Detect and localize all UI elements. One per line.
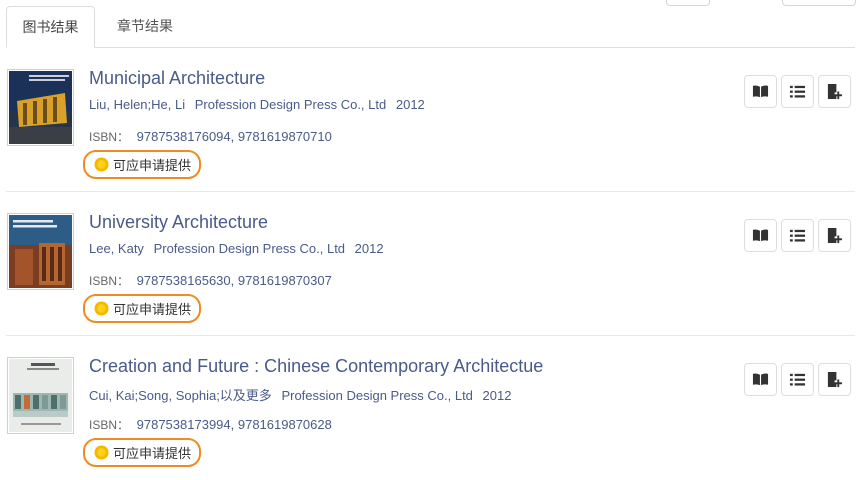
table-of-contents-button[interactable] xyxy=(781,219,814,252)
result-actions xyxy=(744,219,852,253)
book-cover-image xyxy=(9,359,72,432)
isbn-label: ISBN： xyxy=(89,418,130,432)
availability-badge[interactable]: 可应申请提供 xyxy=(83,150,201,179)
add-to-shelf-icon xyxy=(827,227,843,244)
isbn-label: ISBN： xyxy=(89,130,130,144)
book-cover[interactable] xyxy=(7,69,74,146)
book-cover-image xyxy=(9,71,72,144)
availability-badge[interactable]: 可应申请提供 xyxy=(83,294,201,323)
tab-book-results[interactable]: 图书结果 xyxy=(6,6,95,48)
availability-badge[interactable]: 可应申请提供 xyxy=(83,438,201,467)
book-authors[interactable]: Lee, Katy xyxy=(89,241,144,256)
book-cover[interactable] xyxy=(7,357,74,434)
result-item: Creation and Future : Chinese Contempora… xyxy=(6,336,855,480)
add-to-shelf-button[interactable] xyxy=(818,75,851,108)
read-button[interactable] xyxy=(744,75,777,108)
book-isbn: ISBN： 9787538165630, 9781619870307 xyxy=(89,272,332,289)
isbn-value: 9787538176094, 9781619870710 xyxy=(136,129,332,144)
result-actions xyxy=(744,75,852,109)
book-title-link[interactable]: University Architecture xyxy=(89,212,268,233)
availability-text: 可应申请提供 xyxy=(113,446,192,461)
list-icon xyxy=(789,229,806,242)
read-button[interactable] xyxy=(744,219,777,252)
book-open-icon xyxy=(752,85,769,98)
book-meta: Lee, Katy Profession Design Press Co., L… xyxy=(89,241,390,256)
book-authors[interactable]: Liu, Helen;He, Li xyxy=(89,97,185,112)
book-meta: Liu, Helen;He, Li Profession Design Pres… xyxy=(89,97,431,112)
availability-text: 可应申请提供 xyxy=(113,302,192,317)
book-cover[interactable] xyxy=(7,213,74,290)
table-of-contents-button[interactable] xyxy=(781,363,814,396)
book-meta: Cui, Kai;Song, Sophia;以及更多 Profession De… xyxy=(89,385,517,404)
table-of-contents-button[interactable] xyxy=(781,75,814,108)
sun-icon xyxy=(94,301,109,316)
book-cover-image xyxy=(9,215,72,288)
add-to-shelf-icon xyxy=(827,371,843,388)
add-to-shelf-button[interactable] xyxy=(818,363,851,396)
book-authors[interactable]: Cui, Kai;Song, Sophia;以及更多 xyxy=(89,388,272,403)
tab-chapter-results[interactable]: 章节结果 xyxy=(110,6,180,47)
book-isbn: ISBN： 9787538176094, 9781619870710 xyxy=(89,128,332,145)
sun-icon xyxy=(94,445,109,460)
list-icon xyxy=(789,373,806,386)
book-year: 2012 xyxy=(395,97,425,112)
book-publisher: Profession Design Press Co., Ltd xyxy=(194,97,387,112)
sun-icon xyxy=(94,157,109,172)
book-publisher: Profession Design Press Co., Ltd xyxy=(153,241,346,256)
book-title-link[interactable]: Creation and Future : Chinese Contempora… xyxy=(89,356,543,377)
book-year: 2012 xyxy=(354,241,384,256)
availability-text: 可应申请提供 xyxy=(113,158,192,173)
add-to-shelf-icon xyxy=(827,83,843,100)
book-open-icon xyxy=(752,229,769,242)
result-item: University Architecture Lee, Katy Profes… xyxy=(6,192,855,336)
book-isbn: ISBN： 9787538173994, 9781619870628 xyxy=(89,416,332,433)
book-publisher: Profession Design Press Co., Ltd xyxy=(281,388,473,403)
isbn-value: 9787538173994, 9781619870628 xyxy=(136,417,332,432)
isbn-label: ISBN： xyxy=(89,274,130,288)
list-icon xyxy=(789,85,806,98)
isbn-value: 9787538165630, 9781619870307 xyxy=(136,273,332,288)
add-to-shelf-button[interactable] xyxy=(818,219,851,252)
book-year: 2012 xyxy=(482,388,512,403)
book-title-link[interactable]: Municipal Architecture xyxy=(89,68,265,89)
read-button[interactable] xyxy=(744,363,777,396)
result-item: Municipal Architecture Liu, Helen;He, Li… xyxy=(6,48,855,192)
result-actions xyxy=(744,363,852,397)
result-tabs: 图书结果 章节结果 xyxy=(6,6,855,48)
book-open-icon xyxy=(752,373,769,386)
